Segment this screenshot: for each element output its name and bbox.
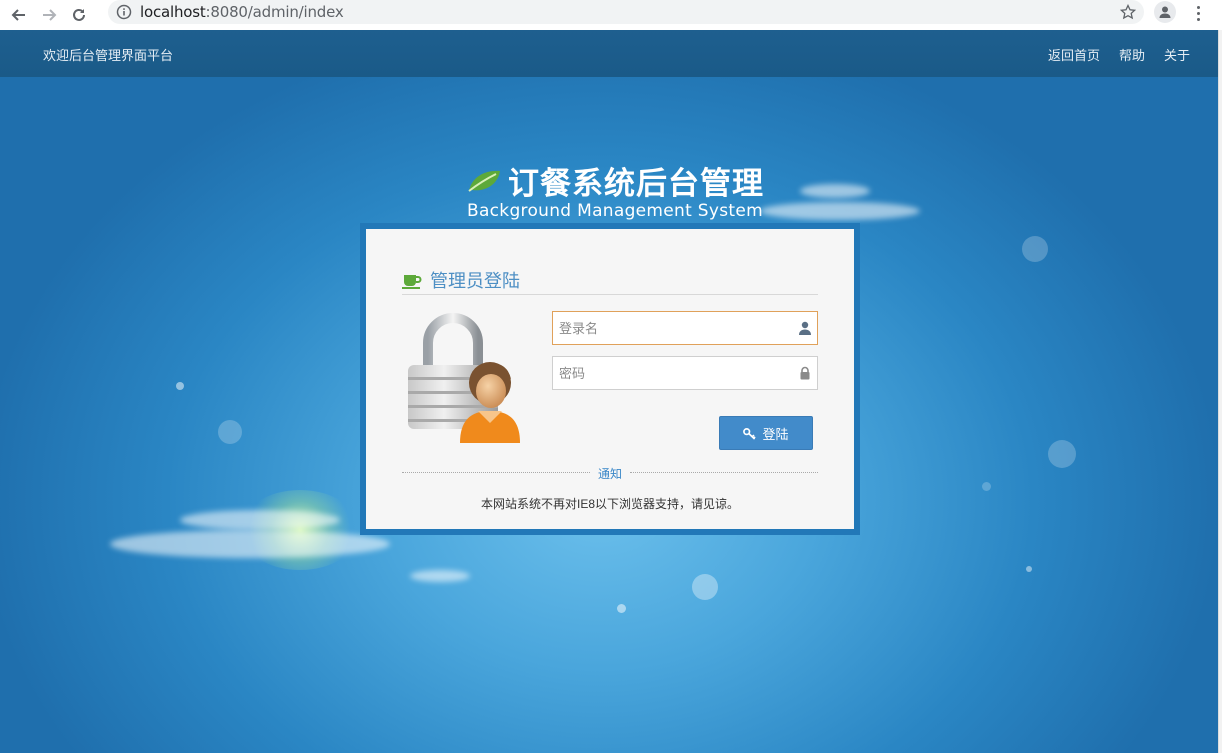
decor-cloud xyxy=(110,530,390,558)
brand-title-en: Background Management System xyxy=(466,201,763,221)
notice-label: 通知 xyxy=(597,467,622,481)
top-nav-bar: 欢迎后台管理界面平台 返回首页 帮助 关于 xyxy=(0,30,1218,77)
decor-cloud xyxy=(760,202,920,220)
arrow-left-icon xyxy=(11,9,25,21)
star-icon[interactable] xyxy=(1120,4,1136,20)
system-brand: 订餐系统后台管理 Background Management System xyxy=(460,158,770,221)
profile-button[interactable] xyxy=(1154,1,1176,23)
divider-left xyxy=(402,472,590,473)
back-button[interactable] xyxy=(8,4,30,26)
login-panel-header: 管理员登陆 xyxy=(402,265,818,295)
login-panel-frame: 管理员登陆 登录名 登陆 通知 本网站系统不再对IE8以下浏览器支持，请见谅。 xyxy=(360,223,860,535)
decor-bubble xyxy=(982,482,991,491)
notice-divider: 通知 xyxy=(402,465,818,481)
user-icon xyxy=(799,321,811,335)
forward-button[interactable] xyxy=(38,4,60,26)
url-path: :8080/admin/index xyxy=(205,3,344,21)
username-field[interactable] xyxy=(552,311,818,345)
url-text: localhost:8080/admin/index xyxy=(140,3,344,21)
lock-icon xyxy=(800,366,810,380)
url-host: localhost xyxy=(140,3,206,21)
help-link[interactable]: 帮助 xyxy=(1119,45,1145,64)
decor-cloud xyxy=(800,184,870,198)
decor-cloud xyxy=(410,570,470,582)
leaf-icon xyxy=(468,170,500,192)
reload-icon xyxy=(73,8,85,21)
brand-title-cn: 订餐系统后台管理 xyxy=(508,166,764,201)
decor-bubble xyxy=(1022,236,1048,262)
scrollbar[interactable] xyxy=(1218,30,1222,753)
home-link[interactable]: 返回首页 xyxy=(1048,45,1100,64)
brand-title-row: 订餐系统后台管理 xyxy=(460,158,770,203)
lock-user-icon xyxy=(408,313,520,443)
address-bar[interactable]: localhost:8080/admin/index xyxy=(108,0,1144,24)
about-link[interactable]: 关于 xyxy=(1164,45,1190,64)
reload-button[interactable] xyxy=(68,4,90,26)
info-icon[interactable] xyxy=(116,4,132,20)
login-button[interactable]: 登陆 xyxy=(719,416,813,450)
profile-icon xyxy=(1159,6,1171,18)
decor-bubble xyxy=(176,382,184,390)
login-title: 管理员登陆 xyxy=(430,270,520,291)
key-icon xyxy=(743,427,757,440)
browser-toolbar: localhost:8080/admin/index xyxy=(0,0,1222,30)
decor-bubble xyxy=(617,604,626,613)
welcome-text: 欢迎后台管理界面平台 xyxy=(43,48,174,63)
login-panel: 管理员登陆 登录名 登陆 通知 本网站系统不再对IE8以下浏览器支持，请见谅。 xyxy=(366,229,854,529)
page-background: 欢迎后台管理界面平台 返回首页 帮助 关于 订餐系统后台管理 Backgroun… xyxy=(0,30,1218,753)
password-field[interactable] xyxy=(552,356,818,390)
divider-right xyxy=(630,472,818,473)
password-input[interactable] xyxy=(553,357,783,389)
decor-bubble xyxy=(218,420,242,444)
top-nav-links: 返回首页 帮助 关于 xyxy=(1048,45,1190,64)
notice-text: 本网站系统不再对IE8以下浏览器支持，请见谅。 xyxy=(480,497,739,511)
username-input[interactable] xyxy=(553,312,783,344)
decor-bubble xyxy=(692,574,718,600)
login-button-label: 登陆 xyxy=(762,426,789,442)
coffee-cup-icon xyxy=(402,274,422,289)
more-vertical-icon[interactable] xyxy=(1190,3,1206,23)
arrow-right-icon xyxy=(43,9,57,21)
decor-bubble xyxy=(1026,566,1032,572)
decor-cloud xyxy=(180,510,340,530)
decor-bubble xyxy=(1048,440,1076,468)
